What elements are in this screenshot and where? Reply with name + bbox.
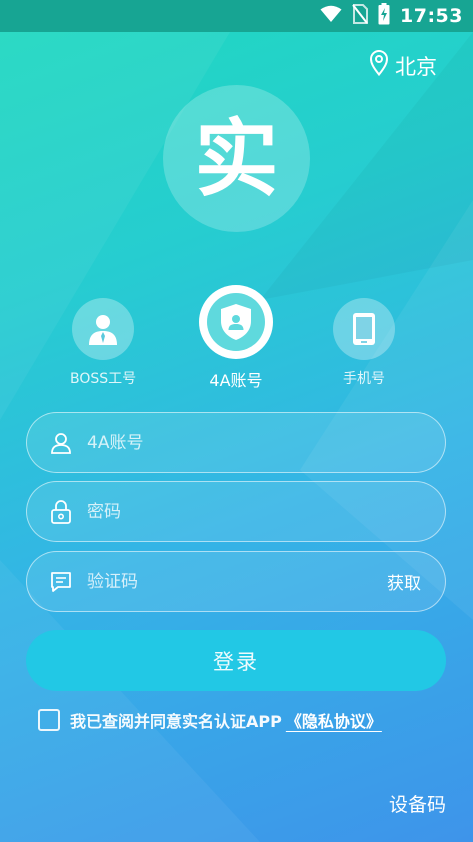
password-field[interactable] xyxy=(26,481,446,542)
battery-charging-icon xyxy=(378,3,390,29)
no-sim-icon xyxy=(352,4,369,28)
agreement-text: 我已查阅并同意实名认证APP xyxy=(70,712,282,731)
tab-label: 4A账号 xyxy=(209,371,263,390)
user-icon xyxy=(49,431,73,455)
privacy-policy-link[interactable]: 《隐私协议》 xyxy=(286,708,382,732)
tab-label: 手机号 xyxy=(343,371,385,387)
wifi-icon xyxy=(320,5,342,27)
tab-phone-number[interactable]: 手机号 xyxy=(333,298,395,388)
location-pin-icon xyxy=(369,50,389,81)
shield-user-icon xyxy=(207,293,265,351)
app-logo: 实 xyxy=(163,85,310,232)
status-bar: 17:53 xyxy=(0,0,473,32)
account-field[interactable] xyxy=(26,412,446,473)
logo-character: 实 xyxy=(194,108,279,208)
message-icon xyxy=(49,570,73,594)
tab-boss-id[interactable]: BOSS工号 xyxy=(70,298,136,388)
password-input[interactable] xyxy=(87,501,445,522)
location-selector[interactable]: 北京 xyxy=(369,50,437,81)
employee-icon xyxy=(72,298,135,360)
get-code-button[interactable]: 获取 xyxy=(387,569,421,594)
device-code-link[interactable]: 设备码 xyxy=(389,790,446,817)
lock-icon xyxy=(49,499,73,524)
status-time: 17:53 xyxy=(400,5,463,27)
agreement-row: 我已查阅并同意实名认证APP 《隐私协议》 xyxy=(38,708,382,732)
verification-code-field[interactable]: 获取 xyxy=(26,551,446,612)
verification-code-input[interactable] xyxy=(87,571,387,592)
tab-label: BOSS工号 xyxy=(70,371,137,387)
agreement-checkbox[interactable] xyxy=(38,709,60,731)
account-input[interactable] xyxy=(87,432,445,453)
location-city: 北京 xyxy=(395,54,437,79)
login-button[interactable]: 登录 xyxy=(26,630,446,691)
phone-icon xyxy=(333,298,395,360)
tab-4a-account[interactable]: 4A账号 xyxy=(199,285,273,391)
tab-icon-circle xyxy=(199,285,273,359)
